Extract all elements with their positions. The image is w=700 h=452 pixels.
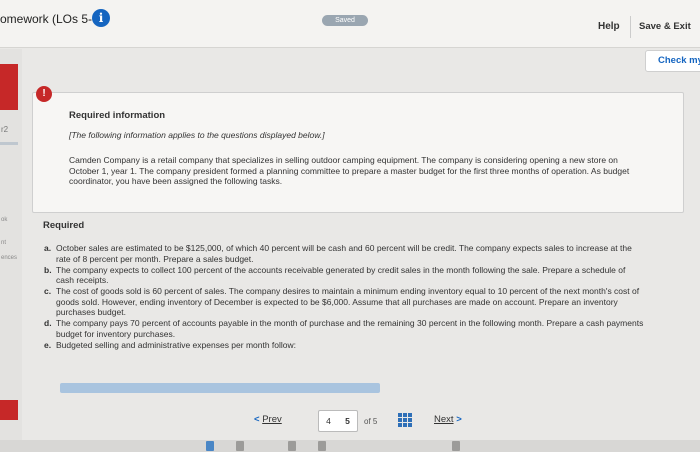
toolbar-divider [630,16,631,38]
prev-label: Prev [262,414,282,425]
list-item-text: The company pays 70 percent of accounts … [56,318,644,339]
progress-fill [60,383,380,393]
sidebar-question-number[interactable]: r2 [1,125,8,134]
list-item-text: The company expects to collect 100 perce… [56,264,626,286]
content-progress-bar [60,383,380,393]
required-information-title: Required information [69,110,166,121]
check-my-work-button[interactable]: Check my [645,50,700,72]
top-bar: omework (LOs 5-6) i Saved Help Save & Ex… [0,0,700,48]
list-item: b. The company expects to collect 100 pe… [44,265,644,286]
list-item-letter: c. [44,286,52,296]
required-list: a. October sales are estimated to be $12… [44,243,644,351]
list-item-letter: e. [44,339,52,350]
sidebar-item-print[interactable]: nt [1,240,6,246]
next-button[interactable]: Next > [434,414,462,425]
alert-icon: ! [36,86,52,102]
sidebar-active-marker [0,64,18,110]
sidebar-item-ebook[interactable]: ok [1,217,7,223]
sidebar-item-references[interactable]: ences [1,255,17,261]
list-item: d. The company pays 70 percent of accoun… [44,318,644,339]
page-number-current[interactable]: 5 [345,416,350,426]
list-item-text: Budgeted selling and administrative expe… [56,339,297,350]
chevron-right-icon: > [456,414,462,425]
saved-status-badge: Saved [322,15,368,26]
list-item-text: October sales are estimated to be $125,0… [56,243,632,264]
assignment-title: omework (LOs 5-6) [0,12,103,26]
page-count: of 5 [364,417,378,426]
prev-button[interactable]: < Prev [254,414,282,425]
taskbar-app-icon[interactable] [452,441,460,451]
required-information-body: Camden Company is a retail company that … [69,155,630,186]
taskbar-app-icon[interactable] [236,441,244,451]
next-label: Next [434,414,454,425]
taskbar [0,440,700,452]
list-item: e. Budgeted selling and administrative e… [44,340,644,351]
info-icon[interactable]: i [92,9,110,27]
sidebar-alert-marker [0,400,18,420]
list-item: c. The cost of goods sold is 60 percent … [44,286,644,318]
required-heading: Required [43,220,85,231]
list-item-letter: d. [44,318,52,328]
grid-icon[interactable] [398,413,412,427]
chevron-left-icon: < [254,414,260,425]
help-button[interactable]: Help [598,21,620,32]
list-item-letter: b. [44,264,52,275]
list-item-text: The cost of goods sold is 60 percent of … [56,286,640,317]
list-item-letter: a. [44,243,52,253]
taskbar-app-icon[interactable] [206,441,214,451]
taskbar-app-icon[interactable] [318,441,326,451]
save-exit-button[interactable]: Save & Exit [639,21,691,32]
taskbar-app-icon[interactable] [288,441,296,451]
page-selector[interactable]: 4 5 [318,410,358,432]
list-item: a. October sales are estimated to be $12… [44,243,644,264]
page-number-prev[interactable]: 4 [326,416,331,426]
sidebar-progress-line [0,142,18,145]
required-information-note: [The following information applies to th… [69,130,325,140]
